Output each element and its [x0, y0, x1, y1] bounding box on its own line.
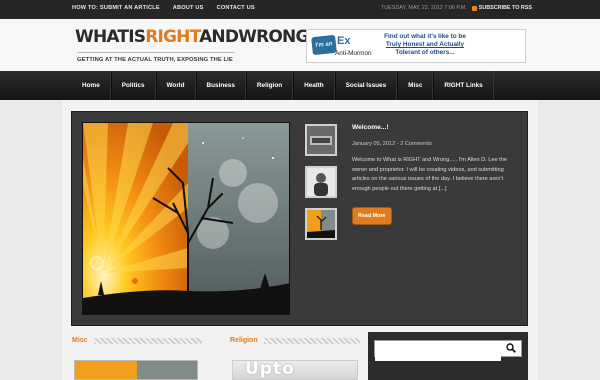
nav-item-misc[interactable]: Misc	[397, 71, 434, 100]
top-links: HOW TO: SUBMIT AN ARTICLE ABOUT US CONTA…	[72, 5, 255, 11]
banner-text-line-3: Tolerant of others...	[395, 49, 455, 56]
banner-anti-mormon: Anti-Mormon	[335, 50, 372, 57]
banner-text: Find out what it's like to be Truly Hone…	[379, 33, 471, 57]
religion-image-text: Upto	[245, 360, 295, 379]
section-divider	[263, 337, 360, 344]
top-right: TUESDAY, MAY, 22, 2012 7:06 P.M. SUBSCRI…	[381, 5, 532, 11]
banner-people-image	[471, 32, 521, 61]
logo-part-and-wrong: ANDWRONG	[199, 27, 309, 47]
religion-article-image[interactable]: Upto	[232, 360, 358, 380]
slide-meta: January 05, 2012 - 2 Comments	[352, 141, 432, 147]
nav-item-right-links[interactable]: RIGHT Links	[433, 71, 494, 100]
thumbnail-3[interactable]	[305, 208, 337, 240]
rss-label: SUBSCRIBE TO RSS	[478, 5, 532, 11]
logo-divider	[77, 52, 235, 53]
rss-icon	[471, 5, 477, 11]
nav-item-social-issues[interactable]: Social Issues	[334, 71, 398, 100]
nav-item-politics[interactable]: Politics	[110, 71, 156, 100]
misc-section-header: Misc	[72, 337, 202, 344]
date-display: TUESDAY, MAY, 22, 2012 7:06 P.M.	[380, 5, 467, 11]
search-box	[374, 340, 522, 361]
banner-badge: I'm an	[311, 34, 337, 56]
nav-item-health[interactable]: Health	[293, 71, 335, 100]
top-bar: HOW TO: SUBMIT AN ARTICLE ABOUT US CONTA…	[0, 0, 600, 19]
religion-section-title[interactable]: Religion	[230, 337, 258, 344]
sidebar	[368, 332, 528, 380]
logo-part-what-is: WHATIS	[75, 27, 146, 47]
banner-ad[interactable]: I'm an Ex Anti-Mormon Find out what it's…	[306, 29, 526, 63]
nav-item-business[interactable]: Business	[195, 71, 246, 100]
slide-excerpt: Welcome to What is RIGHT and Wrong..... …	[352, 157, 507, 192]
thumbnail-1[interactable]	[305, 124, 337, 156]
slide-caption: Welcome...! January 05, 2012 - 2 Comment…	[352, 124, 522, 225]
religion-section-header: Religion	[230, 337, 360, 344]
featured-image[interactable]	[82, 122, 290, 315]
submit-article-link[interactable]: HOW TO: SUBMIT AN ARTICLE	[72, 5, 160, 11]
banner-text-line-2: Truly Honest and Actually	[385, 41, 465, 48]
contact-us-link[interactable]: CONTACT US	[217, 5, 255, 11]
read-more-button[interactable]: Read More	[352, 207, 392, 225]
featured-slider: Welcome...! January 05, 2012 - 2 Comment…	[71, 111, 528, 326]
nav-item-world[interactable]: World	[155, 71, 196, 100]
slide-title[interactable]: Welcome...!	[352, 124, 522, 131]
misc-section-title[interactable]: Misc	[72, 337, 88, 344]
banner-ex: Ex	[337, 35, 351, 47]
search-input[interactable]	[375, 345, 501, 361]
main-nav: Home Politics World Business Religion He…	[0, 71, 600, 100]
site-logo[interactable]: WHATISRIGHTANDWRONG	[75, 27, 309, 47]
misc-article-image[interactable]	[74, 360, 198, 380]
subscribe-rss-link[interactable]: SUBSCRIBE TO RSS	[471, 5, 532, 11]
thumbnail-2[interactable]	[305, 166, 337, 198]
search-icon[interactable]	[506, 343, 516, 353]
nav-item-religion[interactable]: Religion	[245, 71, 294, 100]
section-divider	[93, 337, 202, 344]
slider-thumbnails	[305, 124, 337, 240]
nav-item-home[interactable]: Home	[72, 71, 111, 100]
logo-part-right: RIGHT	[145, 27, 200, 47]
about-us-link[interactable]: ABOUT US	[173, 5, 204, 11]
banner-text-line-1: Find out what it's like to be	[384, 33, 466, 40]
site-tagline: GETTING AT THE ACTUAL TRUTH, EXPOSING TH…	[77, 57, 233, 63]
